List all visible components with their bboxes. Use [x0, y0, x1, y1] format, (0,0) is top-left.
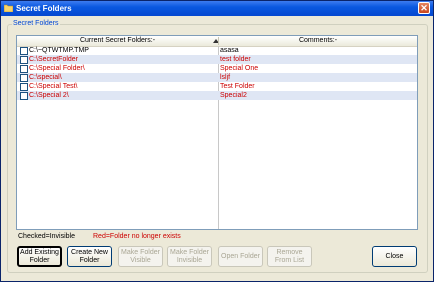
folder-comment: Special One	[220, 65, 259, 72]
remove-from-list-button[interactable]: Remove From List	[267, 246, 312, 267]
button-label-line: Make Folder	[121, 248, 160, 256]
table-row[interactable]: C:\SecretFolder test folder	[17, 55, 417, 64]
button-label-line: Folder	[79, 256, 100, 264]
folder-path: C:\~QTWTMP.TMP	[29, 47, 89, 54]
row-checkbox[interactable]	[20, 65, 28, 73]
row-checkbox[interactable]	[20, 83, 28, 91]
folder-list[interactable]: Current Secret Folders:- Comments:- C:\~…	[16, 35, 418, 230]
legend-checked-invisible: Checked=Invisible	[18, 233, 76, 240]
make-folder-invisible-button[interactable]: Make Folder Invisible	[167, 246, 212, 267]
table-row[interactable]: C:\Special Folder\ Special One	[17, 64, 417, 73]
row-checkbox[interactable]	[20, 47, 28, 55]
make-folder-visible-button[interactable]: Make Folder Visible	[118, 246, 163, 267]
table-row[interactable]: C:\special\ lsljf	[17, 73, 417, 82]
table-row[interactable]: C:\Special 2\ Special2	[17, 91, 417, 100]
button-label-line: Remove	[276, 248, 303, 256]
legend-red-missing: Red=Folder no longer exists	[93, 233, 181, 240]
folder-comment: Special2	[220, 92, 247, 99]
table-row[interactable]: C:\Special Test\ Test Folder	[17, 82, 417, 91]
secret-folders-window: Secret Folders ✕ Secret Folders Current …	[0, 0, 434, 282]
table-row[interactable]: C:\~QTWTMP.TMP asasa	[17, 46, 417, 55]
close-window-button[interactable]: ✕	[418, 2, 430, 14]
folder-path: C:\SecretFolder	[29, 56, 79, 63]
window-title: Secret Folders	[16, 4, 72, 13]
button-label: Open Folder	[221, 252, 260, 260]
folder-comment: test folder	[220, 56, 251, 63]
row-checkbox[interactable]	[20, 74, 28, 82]
folder-comment: Test Folder	[220, 83, 255, 90]
folder-comment: asasa	[220, 47, 239, 54]
button-label-line: From List	[274, 256, 305, 264]
button-label-line: Make Folder	[170, 248, 209, 256]
button-label-line: Visible	[130, 256, 151, 264]
folder-path: C:\special\	[29, 74, 62, 81]
button-label-line: Folder	[29, 256, 50, 264]
open-folder-button[interactable]: Open Folder	[218, 246, 263, 267]
column-header-comments[interactable]: Comments:-	[219, 36, 417, 46]
folder-path: C:\Special 2\	[29, 92, 69, 99]
folder-icon	[4, 4, 13, 12]
folder-path: C:\Special Folder\	[29, 65, 85, 72]
button-label-line: Invisible	[176, 256, 203, 264]
row-checkbox[interactable]	[20, 56, 28, 64]
folder-comment: lsljf	[220, 74, 231, 81]
add-existing-folder-button[interactable]: Add Existing Folder	[17, 246, 62, 267]
row-checkbox[interactable]	[20, 92, 28, 100]
folder-path: C:\Special Test\	[29, 83, 78, 90]
button-label-line: Create New	[71, 248, 108, 256]
title-bar[interactable]: Secret Folders ✕	[1, 1, 433, 16]
column-header-folders[interactable]: Current Secret Folders:-	[17, 36, 218, 46]
button-label-line: Add Existing	[20, 248, 59, 256]
create-new-folder-button[interactable]: Create New Folder	[67, 246, 112, 267]
close-button[interactable]: Close	[372, 246, 417, 267]
group-legend: Secret Folders	[12, 19, 60, 29]
